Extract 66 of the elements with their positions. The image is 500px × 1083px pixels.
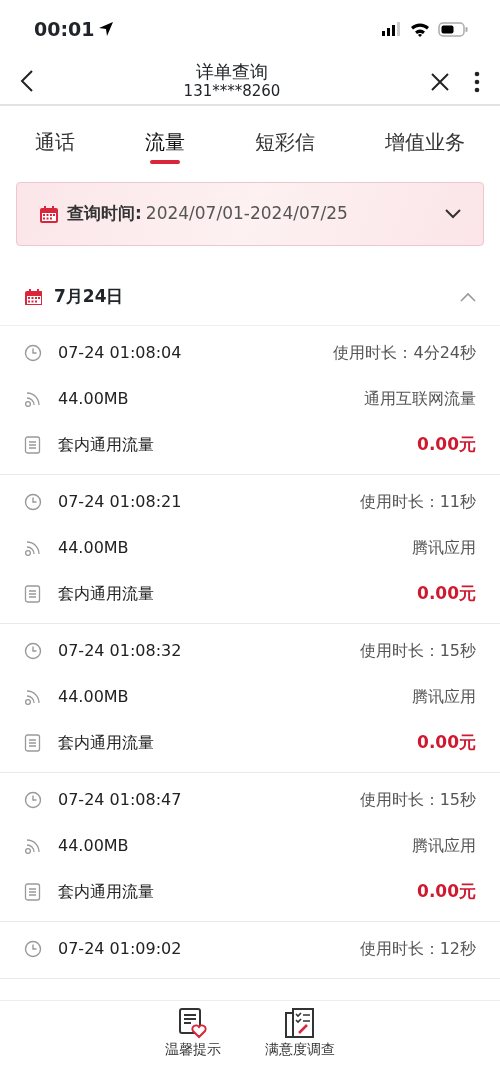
checklist-pen-icon [285,1007,315,1039]
query-bar[interactable]: 查询时间: 2024/07/01-2024/07/25 [16,182,484,246]
package-type: 套内通用流量 [58,434,154,456]
document-icon [24,585,42,603]
wifi-icon [410,21,430,37]
back-button[interactable] [20,68,34,94]
day-label: 7月24日 [54,284,124,308]
signal-icon [382,22,402,36]
calendar-icon [39,204,59,224]
close-icon [430,71,450,92]
data-volume: 44.00MB [58,537,129,559]
bottom-tab-button[interactable]: 满意度调查 [265,1007,335,1083]
query-date-range: 2024/07/01-2024/07/25 [145,202,348,226]
battery-icon [438,21,468,37]
data-volume: 44.00MB [58,835,129,857]
document-icon [24,734,42,752]
clock-icon [24,493,42,511]
data-volume: 44.00MB [58,388,129,410]
usage-duration: 使用时长：15秒 [359,789,476,811]
traffic-category: 腾讯应用 [412,537,476,559]
usage-duration: 使用时长：12秒 [359,938,476,960]
tab[interactable]: 短彩信 [249,106,321,164]
usage-duration: 使用时长：4分24秒 [333,342,476,364]
fee-amount: 0.00元 [417,582,476,606]
clock-icon [24,940,42,958]
traffic-category: 通用互联网流量 [364,388,476,410]
clock-icon [24,344,42,362]
location-arrow-icon [98,21,115,37]
record-time: 07-24 01:08:47 [58,789,182,811]
status-time: 00:01 [34,16,95,42]
record-time: 07-24 01:08:04 [58,342,182,364]
usage-duration: 使用时长：15秒 [359,640,476,662]
tab[interactable]: 流量 [139,106,191,164]
more-button[interactable] [474,69,480,93]
phone-number: 131****8260 [183,82,281,100]
document-icon [24,883,42,901]
document-icon [24,436,42,454]
tab[interactable]: 通话 [29,106,81,164]
back-icon [20,69,34,94]
record-time: 07-24 01:09:02 [58,938,182,960]
clock-icon [24,642,42,660]
clock-icon [24,791,42,809]
page-title: 详单查询 [196,62,268,83]
record-time: 07-24 01:08:32 [58,640,182,662]
fee-amount: 0.00元 [417,880,476,904]
signal-arcs-icon [24,688,42,706]
chevron-icon[interactable] [460,291,476,302]
bottom-tab-button[interactable]: 温馨提示 [165,1007,221,1083]
data-volume: 44.00MB [58,686,129,708]
note-heart-icon [178,1007,208,1039]
signal-arcs-icon [24,837,42,855]
more-icon [474,70,480,93]
record-time: 07-24 01:08:21 [58,491,182,513]
calendar-icon [24,288,42,305]
traffic-category: 腾讯应用 [412,835,476,857]
signal-arcs-icon [24,539,42,557]
tab[interactable]: 增值业务 [379,106,471,164]
usage-duration: 使用时长：11秒 [359,491,476,513]
package-type: 套内通用流量 [58,583,154,605]
query-label: 查询时间: [67,202,142,226]
traffic-category: 腾讯应用 [412,686,476,708]
fee-amount: 0.00元 [417,731,476,755]
package-type: 套内通用流量 [58,881,154,903]
fee-amount: 0.00元 [417,433,476,457]
signal-arcs-icon [24,390,42,408]
package-type: 套内通用流量 [58,732,154,754]
